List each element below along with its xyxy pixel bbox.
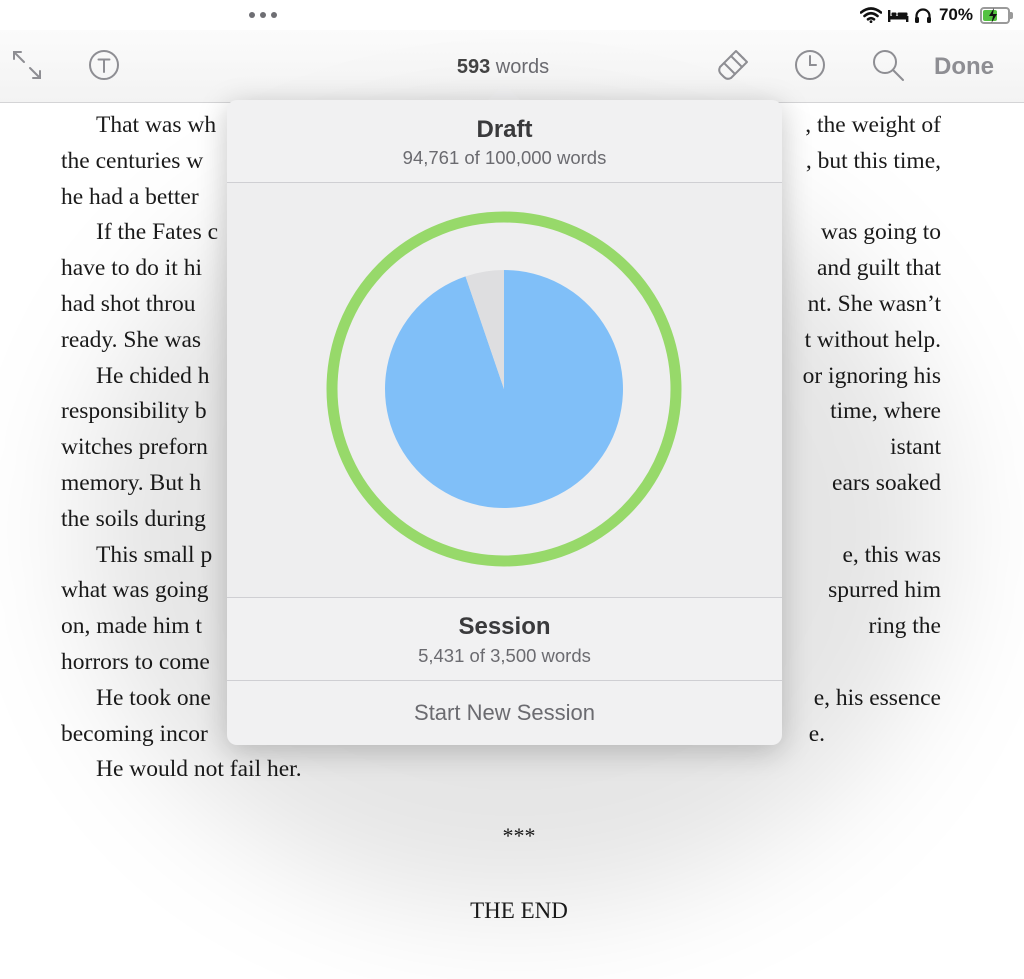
manuscript-line-end: , the weight of [805,112,941,138]
clock-icon [795,50,825,80]
word-count-button[interactable]: 593 words [0,56,1006,79]
progress-chart [227,183,782,597]
search-icon [873,50,904,81]
battery-percent: 70% [938,5,973,24]
word-count-unit: words [495,56,550,78]
manuscript-line-start: If the Fates c [96,219,219,246]
bed-icon [887,10,909,22]
status-indicators: 70% [859,4,1013,26]
multitasking-dots-icon[interactable] [249,12,277,18]
wifi-icon [859,7,882,23]
manuscript-line-start: have to do it hi [61,255,202,282]
search-button[interactable] [869,46,907,84]
appearance-button[interactable] [714,46,752,84]
session-progress: 5,431 of 3,500 words [418,645,591,666]
manuscript-line-start: That was wh [96,112,217,138]
progress-chart-svg [326,211,682,567]
popover-arrow [487,84,521,101]
divider [227,597,782,598]
status-bar: 70% [0,0,1024,30]
manuscript-line-end: , but this time, [805,147,941,174]
draft-title: Draft [476,116,533,143]
word-count-popover: Draft 94,761 of 100,000 words Session 5,… [227,100,782,745]
manuscript-line-start: he had a better [61,183,199,210]
battery-charging-icon [980,6,1013,24]
manuscript-line-start: the centuries w [61,147,204,174]
start-new-session-button[interactable]: Start New Session [227,681,782,745]
draft-progress: 94,761 of 100,000 words [402,147,607,168]
done-button[interactable]: Done [934,53,994,81]
headphones-icon [914,7,931,23]
manuscript-line-end: was going to [820,219,941,246]
session-title: Session [458,613,551,640]
history-button[interactable] [791,46,829,84]
word-count-number: 593 [456,56,491,78]
brush-icon [718,50,748,80]
